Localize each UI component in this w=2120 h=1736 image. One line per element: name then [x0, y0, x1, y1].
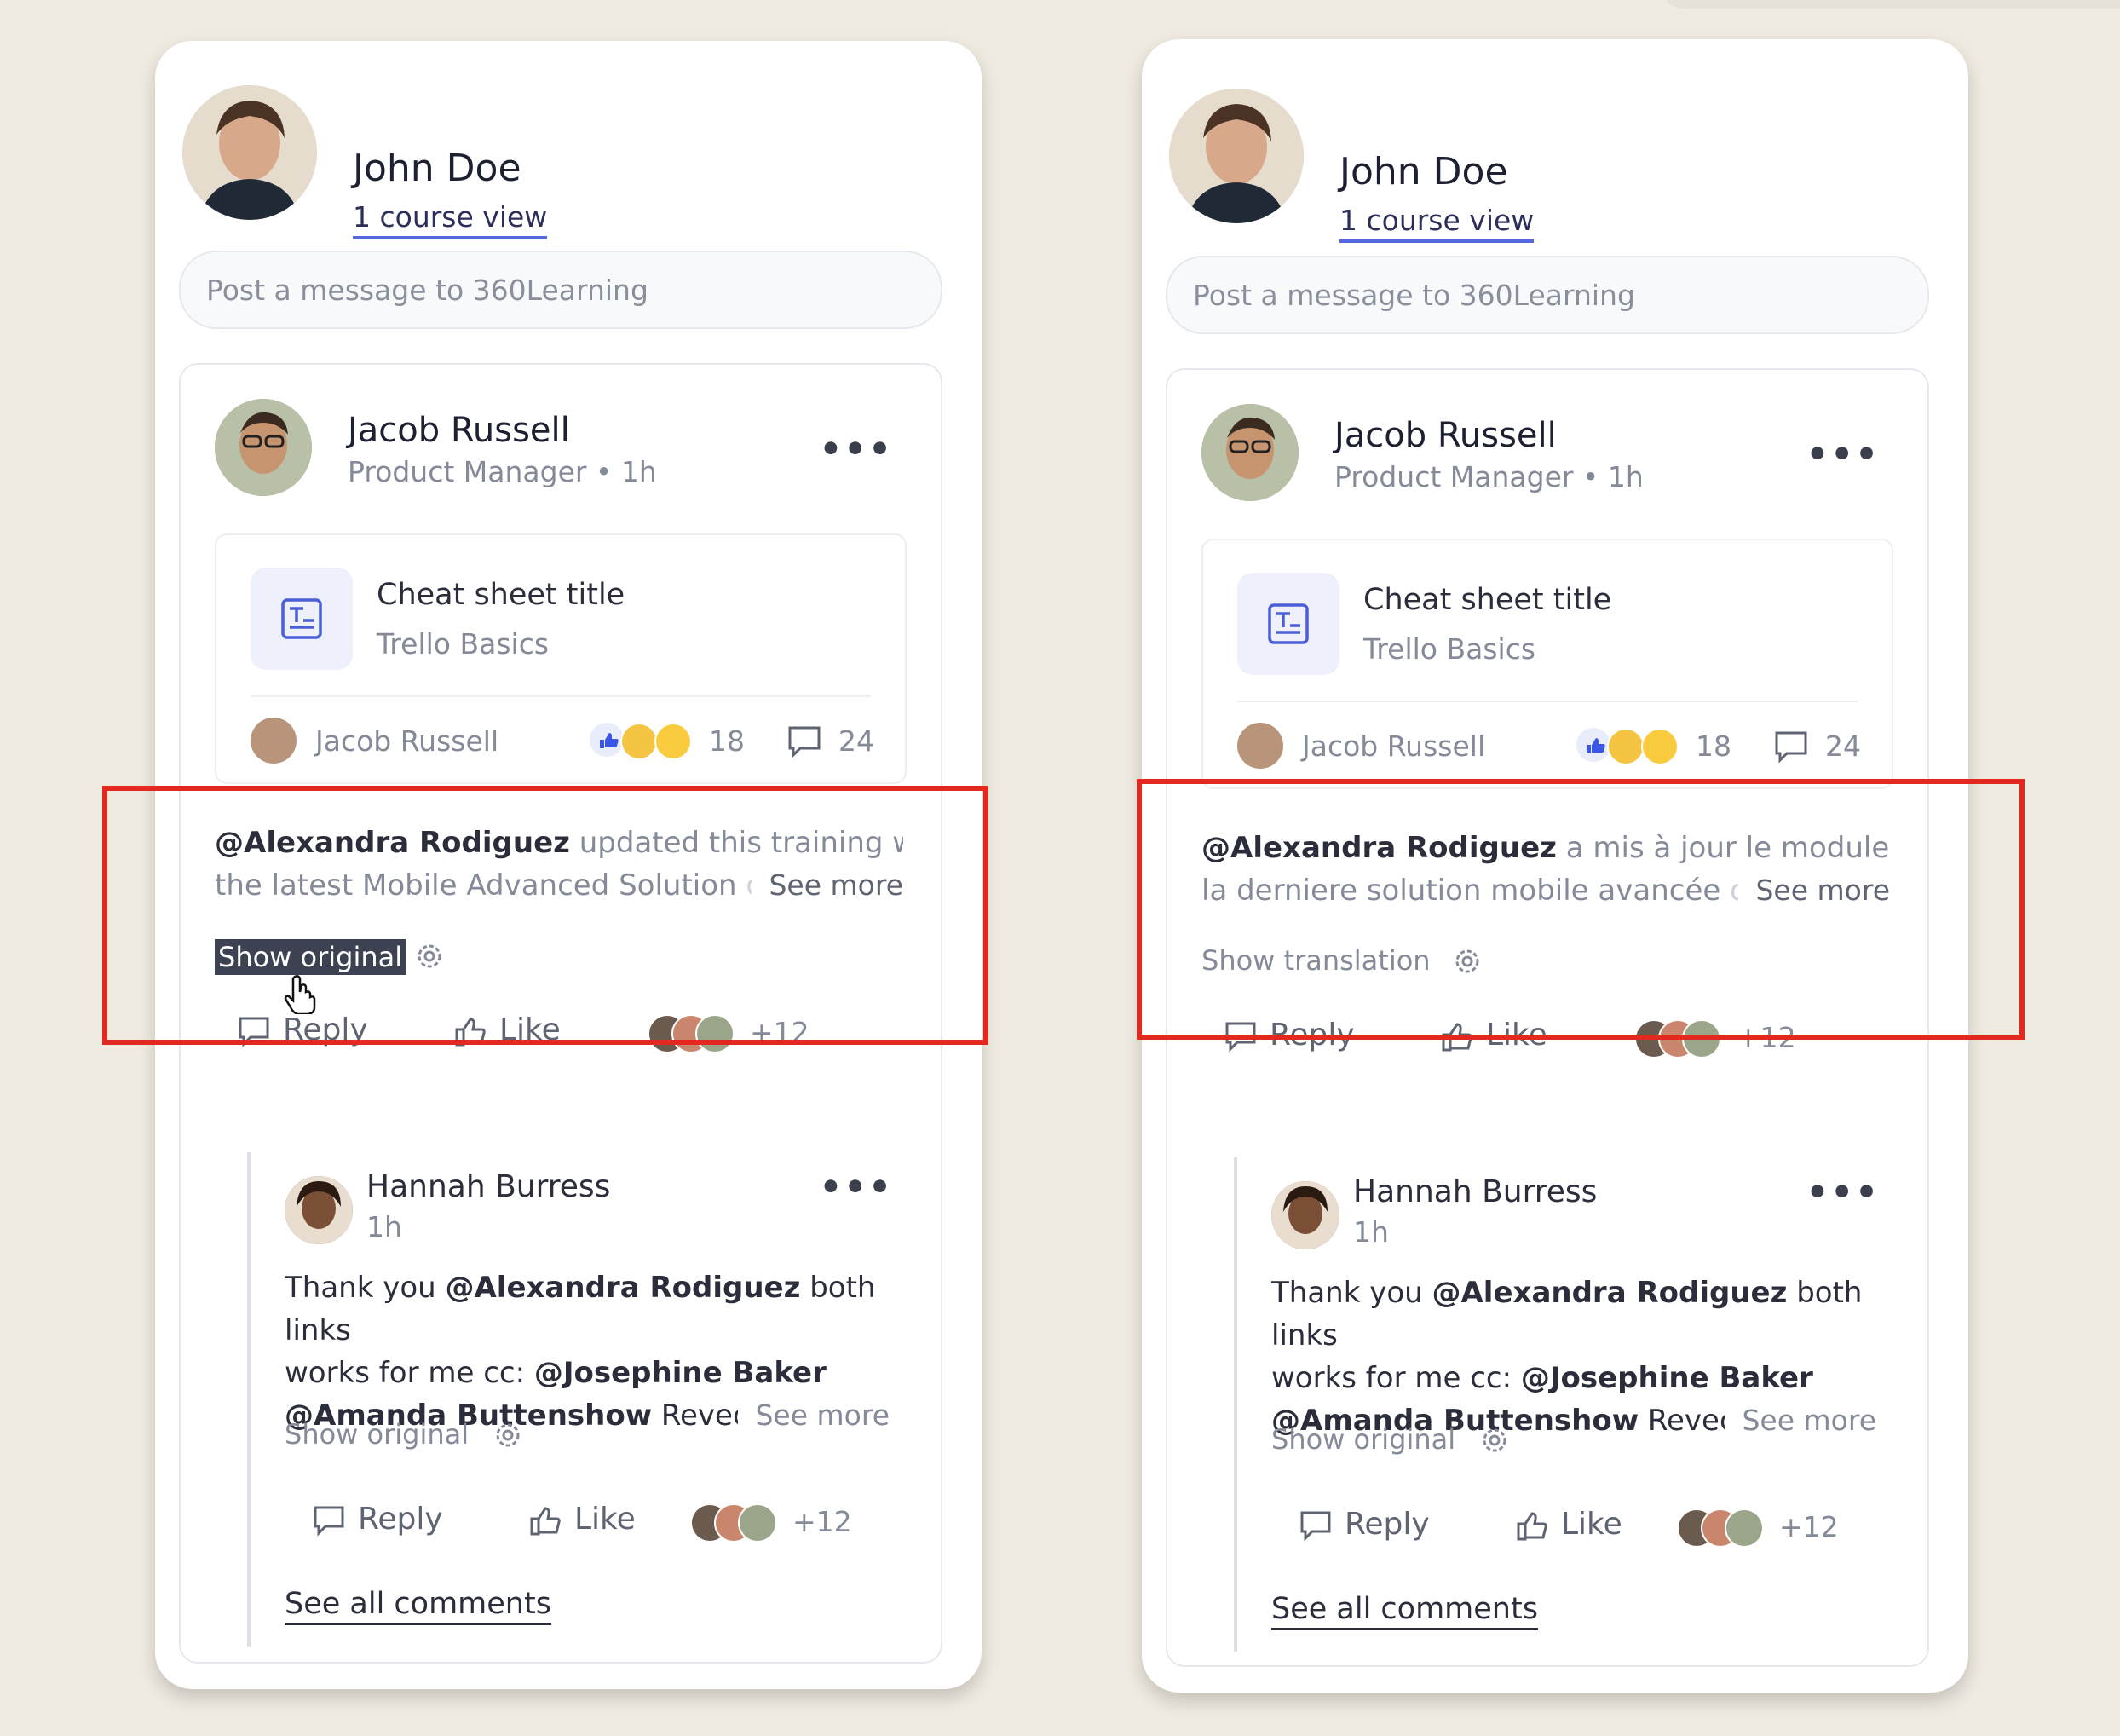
- show-original-toggle[interactable]: Show original: [1271, 1423, 1455, 1456]
- user-name: John Doe: [1339, 150, 1508, 193]
- emoji-glasses-icon: [620, 723, 658, 760]
- reply-author-name: Hannah Burress: [1353, 1174, 1598, 1209]
- reply-time: 1h: [1353, 1215, 1389, 1249]
- divider: [251, 695, 871, 697]
- likers-count: +12: [792, 1505, 852, 1538]
- mention[interactable]: @Josephine Baker: [1521, 1361, 1813, 1395]
- show-original-toggle[interactable]: Show original: [285, 1418, 469, 1451]
- comment-icon[interactable]: [1772, 728, 1810, 769]
- mini-avatar: [1237, 723, 1283, 769]
- post-author-row: Jacob Russell Product Manager • 1h •••: [215, 399, 941, 501]
- reaction-count: 18: [1696, 730, 1731, 763]
- reply-author-avatar[interactable]: [1271, 1181, 1339, 1249]
- highlight-box-right: [1137, 779, 2025, 1040]
- reply-text: works for me cc:: [1271, 1361, 1521, 1395]
- mention[interactable]: @Alexandra Rodiguez: [1432, 1276, 1787, 1310]
- cheat-sheet-footer: Jacob Russell 18 24: [251, 718, 874, 769]
- background-pill: [1662, 0, 2120, 9]
- cheat-sheet-card[interactable]: Cheat sheet title Trello Basics Jacob Ru…: [1201, 539, 1893, 789]
- post-author-role: Product Manager • 1h: [1334, 460, 1644, 493]
- see-more-link[interactable]: See more: [1725, 1399, 1876, 1442]
- reply-author-avatar[interactable]: [285, 1176, 353, 1244]
- course-view-link[interactable]: 1 course view: [353, 200, 548, 239]
- reply-button[interactable]: Reply: [1299, 1507, 1430, 1543]
- mention[interactable]: @Alexandra Rodiguez: [445, 1271, 800, 1305]
- reply-actions: Reply Like +12: [1299, 1507, 1893, 1558]
- post-author-name: Jacob Russell: [348, 411, 570, 450]
- post-author-role: Product Manager • 1h: [348, 455, 657, 488]
- comment-icon[interactable]: [786, 723, 823, 764]
- cheat-sheet-subtitle: Trello Basics: [1363, 632, 1536, 666]
- see-more-link[interactable]: See more: [738, 1394, 890, 1437]
- reply-label: Reply: [358, 1502, 443, 1537]
- user-avatar[interactable]: [182, 85, 317, 220]
- likers-count: +12: [1779, 1510, 1839, 1543]
- author-avatar[interactable]: [1201, 404, 1299, 501]
- post-more-ellipsis-icon[interactable]: •••: [1806, 433, 1880, 475]
- emoji-sad-icon: [1641, 728, 1679, 765]
- mention[interactable]: @Josephine Baker: [534, 1356, 827, 1390]
- gear-icon[interactable]: [493, 1420, 523, 1454]
- user-name: John Doe: [353, 147, 521, 190]
- post-composer[interactable]: [179, 251, 942, 329]
- cheat-sheet-footer: Jacob Russell 18 24: [1237, 723, 1861, 774]
- mini-avatar: [251, 718, 297, 764]
- emoji-glasses-icon: [1607, 728, 1645, 765]
- gear-icon[interactable]: [1479, 1425, 1510, 1459]
- like-button[interactable]: Like: [528, 1502, 636, 1537]
- post-more-ellipsis-icon[interactable]: •••: [819, 428, 893, 470]
- author-avatar[interactable]: [215, 399, 312, 496]
- cheat-sheet-card[interactable]: Cheat sheet title Trello Basics Jacob Ru…: [215, 533, 907, 784]
- reaction-count: 18: [709, 724, 745, 758]
- reply-button[interactable]: Reply: [312, 1502, 443, 1537]
- card-author-name: Jacob Russell: [315, 724, 499, 758]
- document-icon: [251, 568, 353, 670]
- document-icon: [1237, 573, 1339, 675]
- post-message-input[interactable]: [1167, 257, 1927, 332]
- reply-thread: Hannah Burress 1h ••• Thank you @Alexand…: [1234, 1157, 1893, 1652]
- like-button[interactable]: Like: [1515, 1507, 1622, 1543]
- comment-count: 24: [838, 724, 874, 758]
- course-view-link[interactable]: 1 course view: [1339, 204, 1535, 243]
- post-composer[interactable]: [1166, 256, 1929, 334]
- cheat-sheet-title: Cheat sheet title: [377, 578, 625, 612]
- comment-count: 24: [1825, 730, 1861, 763]
- see-all-comments-link[interactable]: See all comments: [1271, 1592, 1538, 1630]
- reply-more-ellipsis-icon[interactable]: •••: [819, 1166, 893, 1208]
- emoji-sad-icon: [654, 723, 692, 760]
- profile-header: John Doe 1 course view: [182, 85, 982, 239]
- post-author-row: Jacob Russell Product Manager • 1h •••: [1201, 404, 1927, 506]
- reply-text: Thank you: [1271, 1276, 1432, 1310]
- reply-message: Thank you @Alexandra Rodiguez both links…: [1271, 1272, 1876, 1442]
- see-all-comments-link[interactable]: See all comments: [285, 1587, 551, 1625]
- cheat-sheet-subtitle: Trello Basics: [377, 627, 550, 660]
- reply-thread: Hannah Burress 1h ••• Thank you @Alexand…: [247, 1152, 907, 1647]
- thumbs-up-icon: [1576, 728, 1610, 762]
- divider: [1237, 701, 1858, 702]
- reply-message: Thank you @Alexandra Rodiguez both links…: [285, 1266, 890, 1437]
- reply-text: Thank you: [285, 1271, 446, 1305]
- post-message-input[interactable]: [181, 252, 941, 327]
- reply-actions: Reply Like +12: [312, 1502, 907, 1553]
- like-label: Like: [1561, 1507, 1622, 1542]
- post-author-name: Jacob Russell: [1334, 416, 1557, 455]
- like-label: Like: [574, 1502, 636, 1537]
- card-author-name: Jacob Russell: [1302, 730, 1486, 763]
- reply-text: works for me cc:: [285, 1356, 534, 1390]
- cheat-sheet-title: Cheat sheet title: [1363, 583, 1612, 617]
- highlight-box-left: [102, 786, 988, 1045]
- user-avatar[interactable]: [1169, 89, 1304, 223]
- reply-label: Reply: [1345, 1507, 1430, 1542]
- reply-more-ellipsis-icon[interactable]: •••: [1806, 1171, 1880, 1213]
- reply-time: 1h: [366, 1210, 402, 1243]
- profile-header: John Doe 1 course view: [1169, 89, 1968, 243]
- thumbs-up-icon: [590, 723, 624, 757]
- reply-author-name: Hannah Burress: [366, 1169, 611, 1204]
